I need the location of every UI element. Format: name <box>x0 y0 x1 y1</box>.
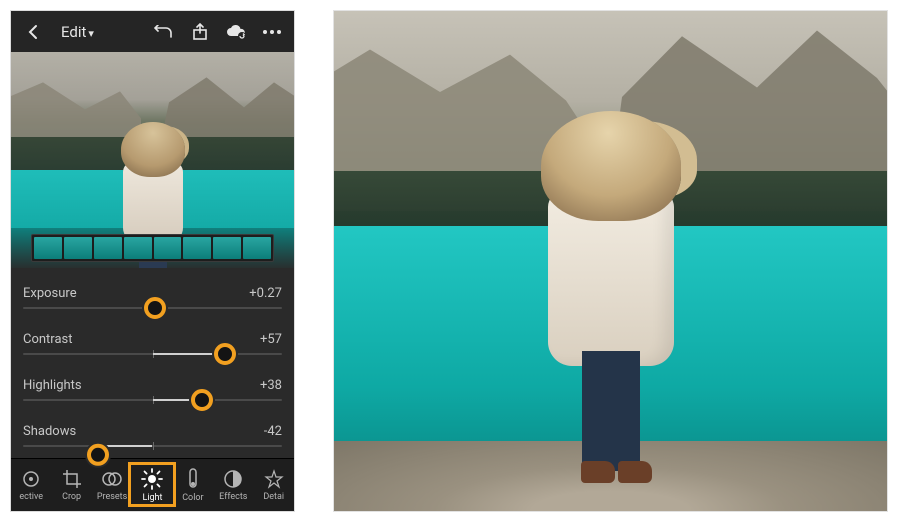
result-photo <box>333 10 888 512</box>
slider-track[interactable] <box>23 307 282 309</box>
contrast-slider[interactable]: Contrast +57 <box>23 320 282 366</box>
color-icon <box>186 468 200 490</box>
detail-icon <box>264 469 284 489</box>
tool-label: Crop <box>62 492 81 502</box>
tool-label: ective <box>19 492 43 502</box>
sliders-panel: Exposure +0.27 Contrast +57 Highlights +38 Sha… <box>11 268 294 458</box>
undo-icon[interactable] <box>152 20 176 44</box>
phone-mock: Edit▾ <box>10 10 295 512</box>
filmstrip[interactable] <box>31 234 274 262</box>
slider-label: Shadows <box>23 424 76 439</box>
exposure-slider[interactable]: Exposure +0.27 <box>23 274 282 320</box>
bottom-toolbar: ective Crop Presets Light Color Effects Detai <box>11 458 294 511</box>
tool-light[interactable]: Light <box>132 468 172 503</box>
screen-title[interactable]: Edit▾ <box>57 22 94 41</box>
tool-crop[interactable]: Crop <box>52 469 92 502</box>
tool-label: Presets <box>97 492 127 502</box>
top-bar: Edit▾ <box>11 11 294 52</box>
effects-icon <box>223 469 243 489</box>
presets-icon <box>102 469 122 489</box>
slider-track[interactable] <box>23 353 282 355</box>
slider-track[interactable] <box>23 445 282 447</box>
slider-thumb[interactable] <box>144 297 166 319</box>
slider-label: Contrast <box>23 332 73 347</box>
tool-label: Light <box>142 493 162 503</box>
highlights-slider[interactable]: Highlights +38 <box>23 366 282 412</box>
tool-selective[interactable]: ective <box>11 469 51 502</box>
crop-icon <box>62 469 82 489</box>
more-icon[interactable] <box>260 20 284 44</box>
slider-track[interactable] <box>23 399 282 401</box>
tool-detail[interactable]: Detai <box>254 469 294 502</box>
back-icon[interactable] <box>21 20 45 44</box>
slider-value: -42 <box>264 424 282 439</box>
tool-presets[interactable]: Presets <box>92 469 132 502</box>
tool-color[interactable]: Color <box>173 468 213 503</box>
slider-value: +57 <box>260 332 282 347</box>
shadows-slider[interactable]: Shadows -42 <box>23 412 282 458</box>
light-icon <box>141 468 163 490</box>
tool-label: Color <box>182 493 203 503</box>
photo-preview[interactable] <box>11 52 294 268</box>
slider-value: +0.27 <box>249 286 282 301</box>
tool-label: Effects <box>219 492 247 502</box>
slider-label: Highlights <box>23 378 82 393</box>
slider-thumb[interactable] <box>191 389 213 411</box>
selective-icon <box>21 469 41 489</box>
share-icon[interactable] <box>188 20 212 44</box>
slider-thumb[interactable] <box>214 343 236 365</box>
tool-label: Detai <box>263 492 284 502</box>
slider-thumb[interactable] <box>87 444 109 466</box>
slider-label: Exposure <box>23 286 77 301</box>
cloud-sync-icon[interactable] <box>224 20 248 44</box>
slider-value: +38 <box>260 378 282 393</box>
tool-effects[interactable]: Effects <box>213 469 253 502</box>
